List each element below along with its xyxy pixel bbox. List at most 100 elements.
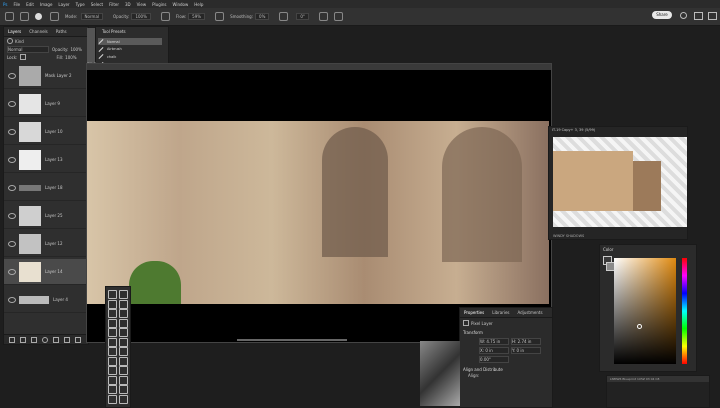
- clone-stamp-icon[interactable]: [108, 337, 117, 347]
- eye-icon[interactable]: [8, 212, 16, 219]
- canvas-hscrollbar[interactable]: [237, 339, 347, 341]
- layer-name[interactable]: Layer 4: [53, 297, 68, 302]
- layer-name[interactable]: Layer 14: [45, 269, 63, 274]
- adjustment-icon[interactable]: [42, 336, 48, 343]
- menu-window[interactable]: Window: [172, 2, 188, 7]
- layer-name[interactable]: Layer 13: [45, 157, 63, 162]
- fx-icon[interactable]: [20, 336, 26, 343]
- x-field[interactable]: X: 0 in: [479, 347, 509, 354]
- brush-size-icon[interactable]: [35, 13, 42, 20]
- menu-layer[interactable]: Layer: [58, 2, 69, 7]
- opacity-control[interactable]: Opacity: 100%: [113, 13, 151, 20]
- eyedropper-icon[interactable]: [119, 318, 128, 328]
- marquee-tool-icon[interactable]: [108, 299, 117, 309]
- layer-row[interactable]: Layer 18: [4, 175, 88, 201]
- home-icon[interactable]: [5, 12, 14, 21]
- hand-tool-icon[interactable]: [108, 385, 117, 394]
- artboard-tool-icon[interactable]: [119, 290, 128, 299]
- mode-select[interactable]: Mode: Normal: [65, 13, 104, 20]
- search-icon[interactable]: [680, 12, 687, 19]
- eye-icon[interactable]: [8, 184, 16, 191]
- layer-row[interactable]: Layer 12: [4, 231, 88, 257]
- color-picker-field[interactable]: [614, 258, 676, 364]
- eye-icon[interactable]: [8, 296, 16, 303]
- menu-help[interactable]: Help: [194, 2, 203, 7]
- link-layers-icon[interactable]: [9, 336, 15, 343]
- tab-layers[interactable]: Layers: [8, 29, 21, 34]
- menu-plugins[interactable]: Plugins: [152, 2, 166, 7]
- trash-icon[interactable]: [75, 336, 81, 343]
- gradient-icon[interactable]: [119, 347, 128, 356]
- menu-edit[interactable]: Edit: [26, 2, 34, 7]
- y-field[interactable]: Y: 0 in: [511, 347, 541, 354]
- tab-adjustments[interactable]: Adjustments: [518, 310, 543, 315]
- pressure-size-icon[interactable]: [318, 12, 328, 21]
- history-brush-icon[interactable]: [119, 337, 128, 347]
- eye-icon[interactable]: [8, 100, 16, 107]
- pressure-opacity-icon[interactable]: [160, 12, 170, 21]
- zoom-tool-icon[interactable]: [119, 385, 128, 394]
- layer-name[interactable]: Layer 12: [45, 241, 63, 246]
- reference-image[interactable]: [553, 137, 687, 227]
- mask-icon[interactable]: [31, 336, 37, 343]
- blur-icon[interactable]: [108, 356, 117, 366]
- magic-wand-icon[interactable]: [108, 309, 117, 318]
- symmetry-icon[interactable]: [333, 12, 343, 21]
- flow-value[interactable]: 59%: [188, 13, 206, 20]
- tab-channels[interactable]: Channels: [29, 29, 48, 34]
- layer-row-selected[interactable]: Layer 14: [4, 259, 88, 285]
- menu-image[interactable]: Image: [40, 2, 53, 7]
- layer-name[interactable]: Layer 9: [45, 101, 60, 106]
- dodge-icon[interactable]: [119, 356, 128, 366]
- share-button[interactable]: Share: [652, 11, 672, 19]
- tab-libraries[interactable]: Libraries: [492, 310, 509, 315]
- path-select-icon[interactable]: [108, 375, 117, 385]
- eye-icon[interactable]: [8, 156, 16, 163]
- tool-preset-item[interactable]: Airbrush: [98, 46, 162, 53]
- layer-name[interactable]: Layer 25: [45, 213, 63, 218]
- layer-row[interactable]: Mask Layer 2: [4, 63, 88, 89]
- pen-tool-icon[interactable]: [108, 366, 117, 375]
- ps-logo-icon[interactable]: Ps: [3, 2, 7, 7]
- layer-row[interactable]: Layer 10: [4, 119, 88, 145]
- brush-tool-icon[interactable]: [20, 12, 29, 21]
- eye-icon[interactable]: [8, 268, 16, 275]
- move-tool-icon[interactable]: [108, 290, 117, 299]
- kind-label[interactable]: Kind: [15, 39, 24, 44]
- menu-file[interactable]: File: [13, 2, 20, 7]
- crop-tool-icon[interactable]: [119, 309, 128, 318]
- menu-select[interactable]: Select: [91, 2, 103, 7]
- eye-icon[interactable]: [8, 240, 16, 247]
- airbrush-icon[interactable]: [215, 12, 225, 21]
- layer-name[interactable]: Mask Layer 2: [45, 73, 72, 78]
- lasso-tool-icon[interactable]: [119, 299, 128, 309]
- color-picker-marker[interactable]: [637, 324, 642, 329]
- layer-name[interactable]: Layer 18: [45, 185, 63, 190]
- menu-view[interactable]: View: [137, 2, 147, 7]
- flow-control[interactable]: Flow: 59%: [176, 13, 206, 20]
- canvas-image[interactable]: [87, 121, 549, 304]
- transform-title[interactable]: Transform: [460, 328, 552, 337]
- eye-icon[interactable]: [8, 128, 16, 135]
- tool-preset-item[interactable]: chalk: [98, 53, 162, 60]
- tool-preset-item-selected[interactable]: Normal: [98, 38, 162, 45]
- lock-icon[interactable]: [20, 54, 27, 60]
- width-field[interactable]: W: 4.75 in: [479, 338, 509, 345]
- layer-name[interactable]: Layer 10: [45, 129, 63, 134]
- type-tool-icon[interactable]: [119, 366, 128, 375]
- tab-properties[interactable]: Properties: [464, 310, 484, 315]
- layer-filter-icon[interactable]: [7, 38, 13, 44]
- layer-row[interactable]: Layer 9: [4, 91, 88, 117]
- shape-tool-icon[interactable]: [119, 375, 128, 385]
- brush-settings-icon[interactable]: [50, 12, 59, 21]
- menu-type[interactable]: Type: [76, 2, 85, 7]
- angle-control[interactable]: 0°: [294, 13, 309, 20]
- eye-icon[interactable]: [8, 72, 16, 79]
- fill-value[interactable]: 100%: [65, 55, 76, 60]
- healing-brush-icon[interactable]: [108, 328, 117, 337]
- group-icon[interactable]: [53, 336, 59, 343]
- blend-mode-select[interactable]: Normal: [7, 45, 49, 53]
- brush-tool-icon[interactable]: [119, 328, 128, 337]
- tab-paths[interactable]: Paths: [56, 29, 67, 34]
- opacity-value[interactable]: 100%: [131, 13, 151, 20]
